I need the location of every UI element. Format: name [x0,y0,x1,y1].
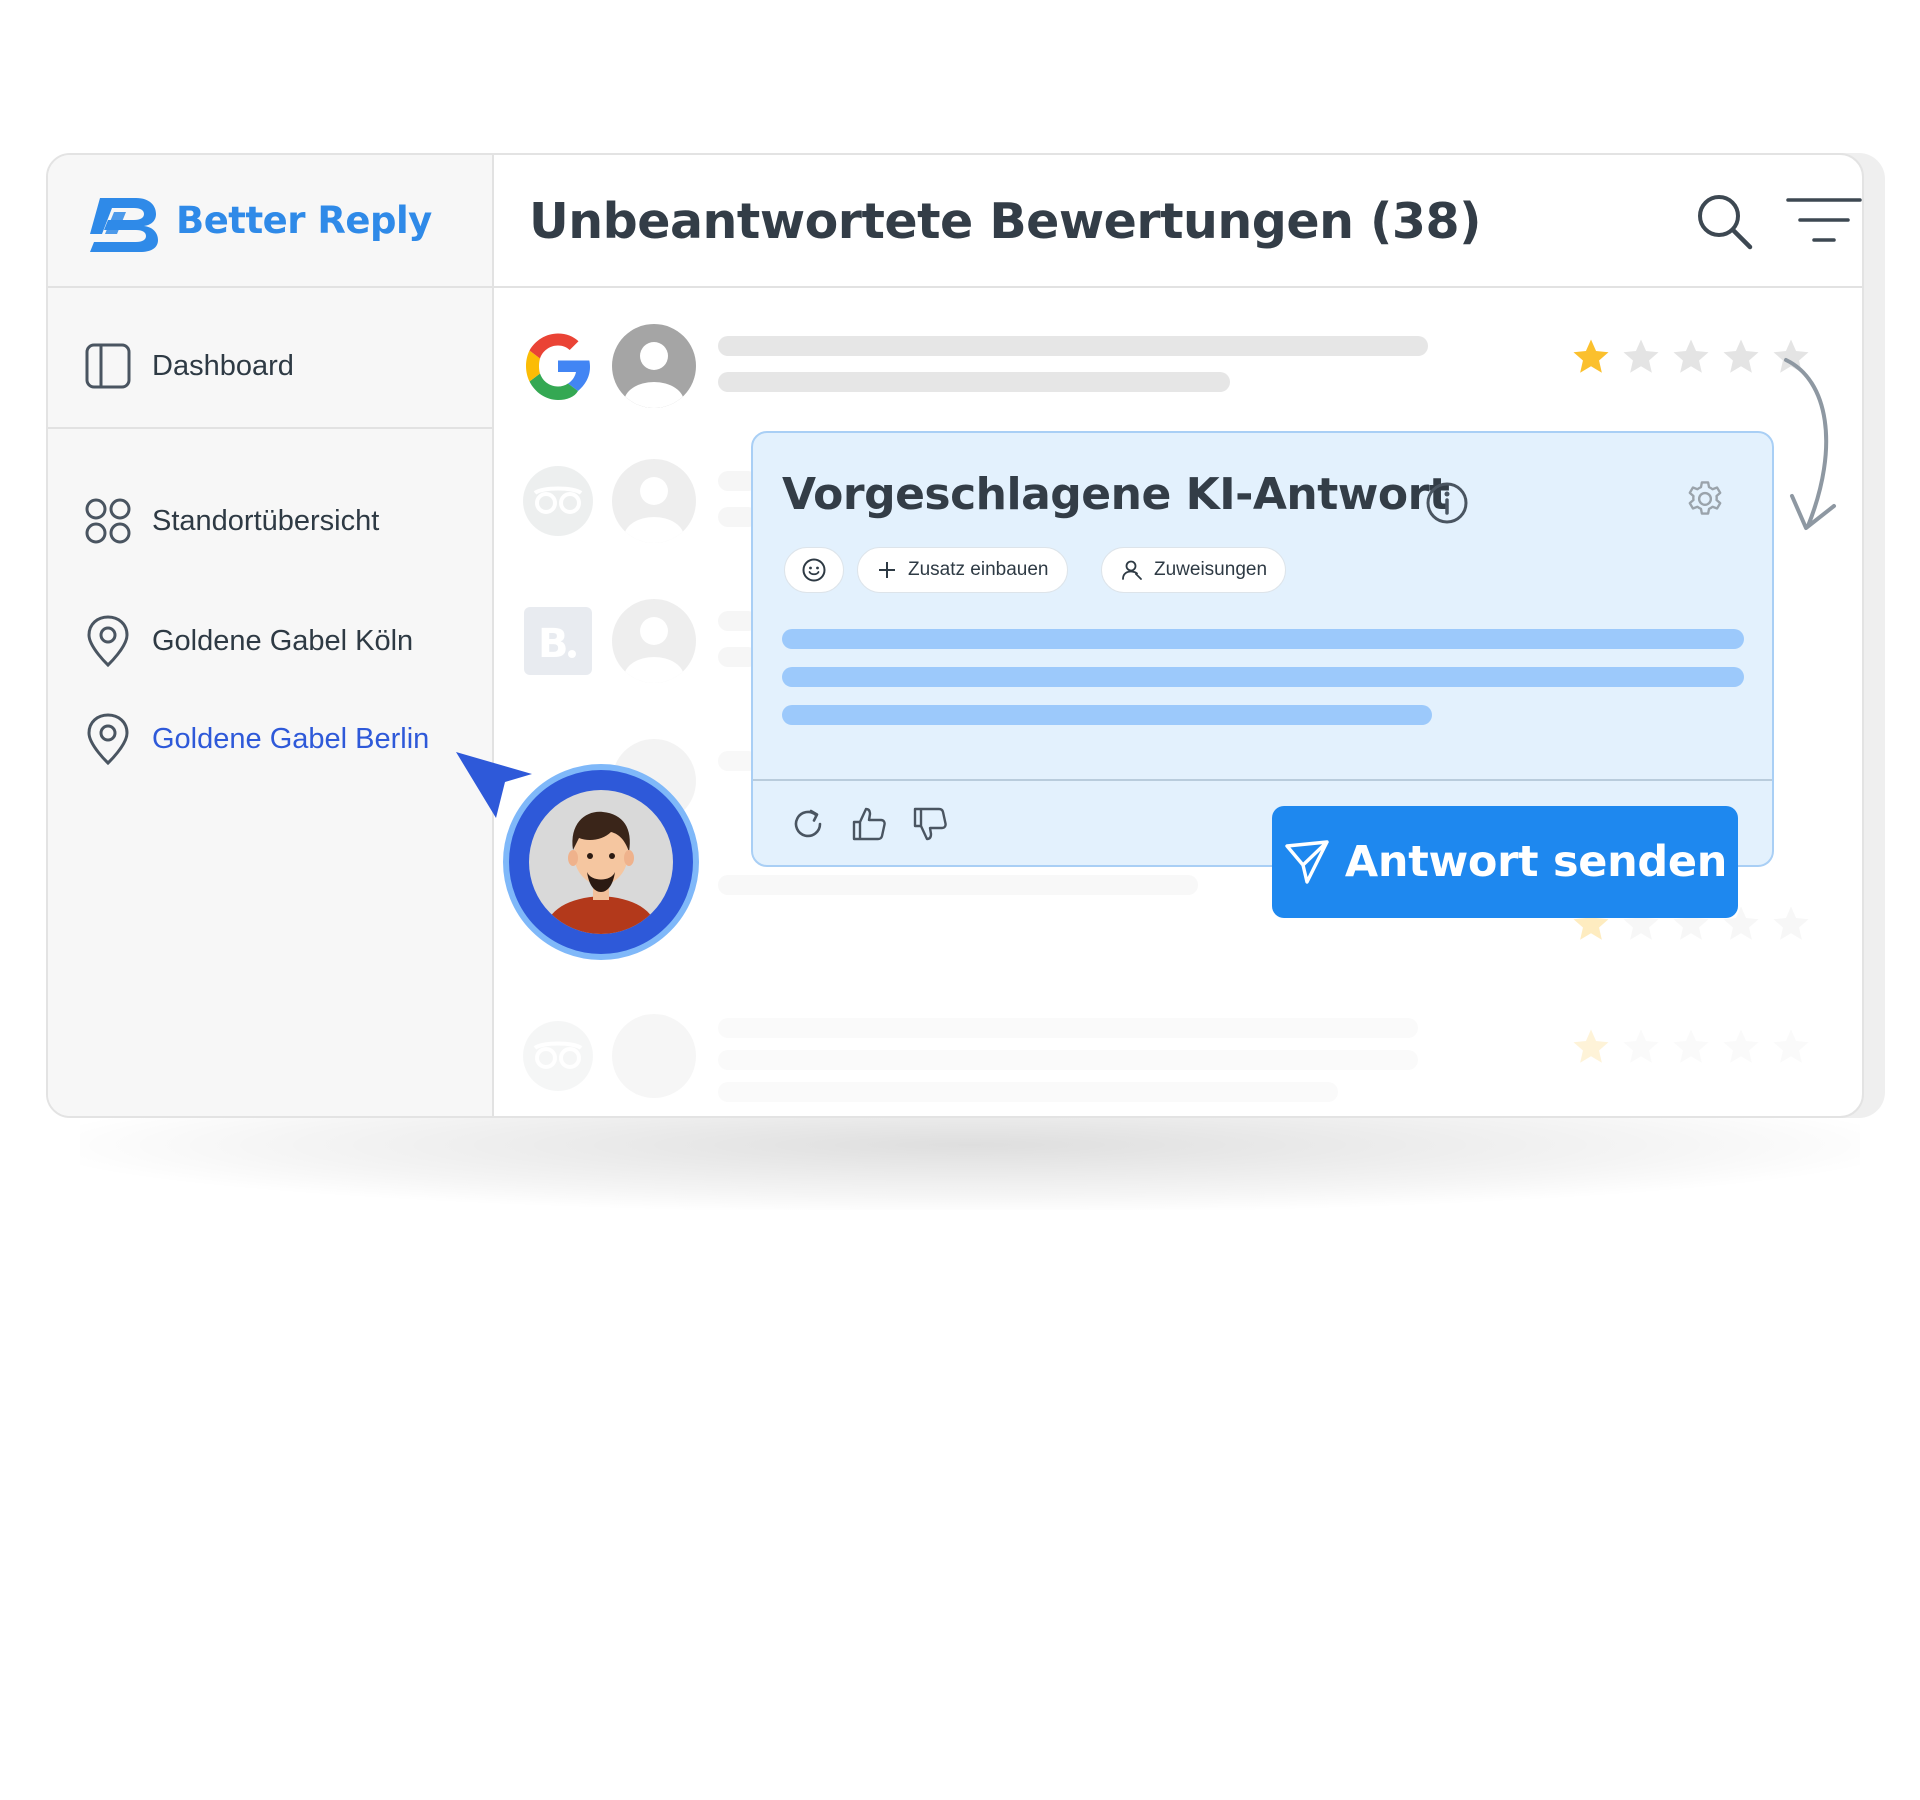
plus-icon [879,562,895,578]
sidebar-item-dashboard[interactable]: Dashboard [82,340,294,392]
star-empty-icon [1673,1029,1709,1063]
star-empty-icon [1673,339,1709,373]
star-filled-icon [1573,339,1609,373]
review-text-placeholder [718,1018,1418,1038]
thumbs-up-icon[interactable] [850,805,888,843]
google-icon [526,333,590,400]
chip-label: Zuweisungen [1154,559,1268,580]
sidebar-item-label: Goldene Gabel Köln [152,624,414,657]
svg-text:B: B [538,621,569,667]
avatar [612,459,696,543]
user-assign-icon [1122,560,1142,580]
sidebar: Better Reply Dashboard Standortübersicht… [48,155,494,1116]
review-text-placeholder [718,336,1428,356]
chip-label: Zusatz einbauen [908,559,1049,580]
person-illustration [529,790,673,934]
star-rating [1570,336,1812,378]
review-text-placeholder [718,875,1198,895]
tripadvisor-icon [523,1021,593,1091]
star-empty-icon [1723,339,1759,373]
ki-text-placeholder [782,705,1432,725]
ki-text-placeholder [782,667,1744,687]
sidebar-item-koeln[interactable]: Goldene Gabel Köln [82,615,414,668]
review-row[interactable] [522,1010,1812,1102]
refresh-icon[interactable] [789,805,827,843]
sidebar-item-label: Standortübersicht [152,504,380,537]
star-empty-icon [1773,1029,1809,1063]
avatar [612,599,696,683]
review-row[interactable] [522,320,1812,410]
review-text-placeholder [718,1050,1418,1070]
tripadvisor-icon [523,466,593,536]
review-text-placeholder [718,372,1230,392]
star-empty-icon [1623,1029,1659,1063]
send-answer-button[interactable]: Antwort senden [1272,806,1738,918]
topbar: Unbeantwortete Bewertungen (38) [494,155,1862,288]
avatar [612,1014,696,1098]
sidebar-item-berlin[interactable]: Goldene Gabel Berlin [82,713,430,766]
ki-card-title: Vorgeschlagene KI-Antwort [782,469,1450,520]
add-addition-chip[interactable]: Zusatz einbauen [857,547,1068,593]
logo-icon [90,197,158,252]
assignments-chip[interactable]: Zuweisungen [1101,547,1287,593]
gear-icon[interactable] [1683,476,1727,520]
emoji-chip[interactable] [784,547,844,593]
star-empty-icon [1723,1029,1759,1063]
sidebar-item-label: Dashboard [152,349,294,382]
filter-icon[interactable] [1784,195,1864,245]
thumbs-down-icon[interactable] [911,805,949,843]
brand-name: Better Reply [176,199,432,242]
grid-circles-icon [82,495,134,547]
ki-text-placeholder [782,629,1744,649]
send-icon [1285,840,1329,884]
sidebar-divider [48,427,492,429]
search-icon[interactable] [1694,191,1756,253]
star-empty-icon [1623,339,1659,373]
logo-area: Better Reply [48,155,492,288]
user-avatar-badge [503,764,699,960]
send-button-label: Antwort senden [1344,837,1728,887]
map-pin-icon [82,713,134,766]
review-text-placeholder [718,1082,1338,1102]
ki-answer-card: Vorgeschlagene KI-Antwort Zusatz einbaue… [751,431,1774,867]
page-title: Unbeantwortete Bewertungen (38) [529,193,1482,250]
booking-icon: B [524,607,592,675]
info-icon[interactable] [1425,481,1469,525]
star-rating [1570,1026,1812,1068]
star-filled-icon [1573,1029,1609,1063]
curved-arrow-icon [1784,358,1836,530]
layout-panel-icon [82,340,134,392]
sidebar-item-label: Goldene Gabel Berlin [152,722,430,755]
sidebar-item-standortuebersicht[interactable]: Standortübersicht [82,495,379,547]
avatar [612,324,696,408]
star-empty-icon [1773,906,1809,940]
map-pin-icon [82,615,134,668]
emoji-icon [802,558,826,582]
